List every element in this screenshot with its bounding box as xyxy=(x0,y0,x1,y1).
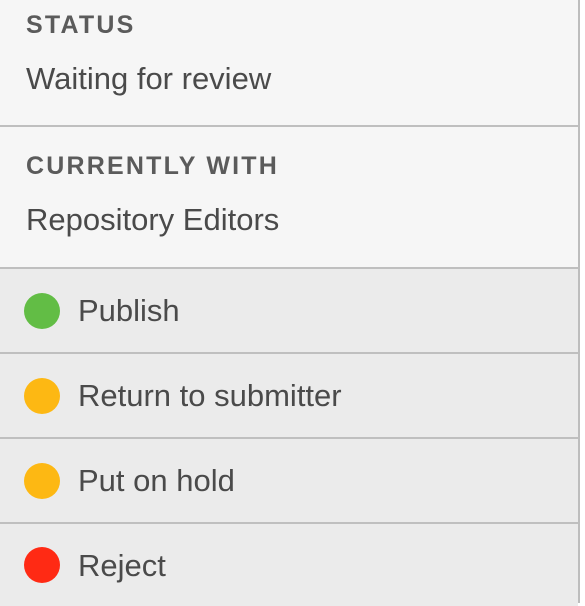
reject-label: Reject xyxy=(78,547,166,583)
status-section: STATUS Waiting for review xyxy=(0,0,578,127)
green-circle-icon xyxy=(24,292,60,329)
status-value: Waiting for review xyxy=(26,61,272,96)
publish-button[interactable]: Publish xyxy=(0,269,578,354)
publish-label: Publish xyxy=(78,293,180,328)
amber-circle-icon xyxy=(24,377,60,414)
return-to-submitter-label: Return to submitter xyxy=(78,378,342,413)
status-heading: STATUS xyxy=(26,11,136,39)
currently-with-section: CURRENTLY WITH Repository Editors xyxy=(0,127,578,269)
reject-button[interactable]: Reject xyxy=(0,524,578,606)
red-circle-icon xyxy=(24,547,60,583)
amber-circle-icon xyxy=(24,462,60,499)
put-on-hold-button[interactable]: Put on hold xyxy=(0,439,578,524)
workflow-panel: STATUS Waiting for review CURRENTLY WITH… xyxy=(0,0,580,606)
currently-with-heading: CURRENTLY WITH xyxy=(26,152,280,180)
currently-with-value: Repository Editors xyxy=(26,202,280,237)
return-to-submitter-button[interactable]: Return to submitter xyxy=(0,354,578,439)
put-on-hold-label: Put on hold xyxy=(78,463,235,498)
